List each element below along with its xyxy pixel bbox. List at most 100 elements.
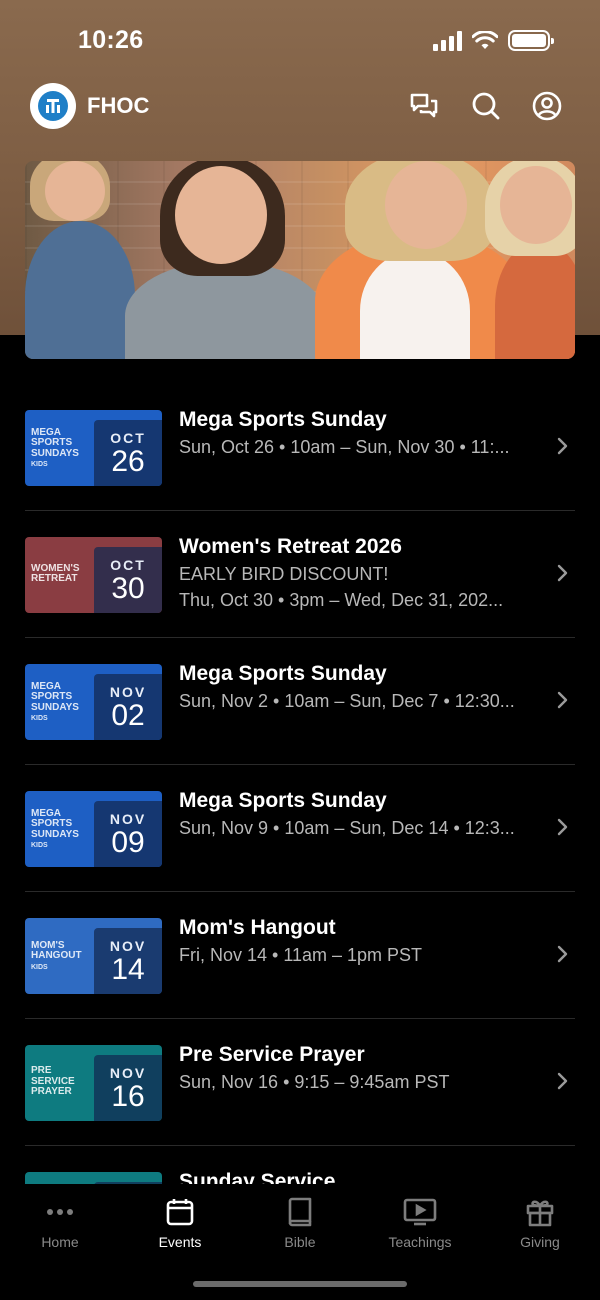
date-badge: OCT 30 [94, 547, 162, 613]
battery-icon [508, 30, 554, 51]
chevron-right-icon [557, 690, 569, 710]
event-title: Mega Sports Sunday [179, 408, 387, 431]
gift-icon [480, 1194, 600, 1230]
event-title: Mega Sports Sunday [179, 662, 387, 685]
date-badge: NOV 02 [94, 674, 162, 740]
date-day: 14 [111, 953, 145, 986]
event-thumbnail-art: MOM'S HANGOUT KIDS [31, 918, 91, 994]
date-badge: NOV 16 [94, 1055, 162, 1121]
event-title: Mega Sports Sunday [179, 789, 387, 812]
thumbnail-title: MEGA SPORTS SUNDAYS [31, 680, 79, 713]
chevron-right-icon [557, 563, 569, 583]
tab-teachings[interactable]: Teachings [360, 1194, 480, 1250]
date-month: OCT [110, 430, 146, 446]
hero-banner-image[interactable] [25, 161, 575, 359]
date-month: NOV [109, 938, 147, 954]
thumbnail-title: PRE SERVICE PRAYER [31, 1065, 75, 1098]
event-thumbnail: MEGA SPORTS SUNDAYS KIDS NOV 02 [25, 664, 162, 740]
event-detail-line: Sun, Nov 2 • 10am – Sun, Dec 7 • 12:30..… [179, 691, 515, 711]
tab-label: Teachings [388, 1234, 452, 1250]
church-logo[interactable] [30, 83, 76, 129]
event-row[interactable]: MEGA SPORTS SUNDAYS KIDS NOV 09 Mega Spo… [25, 765, 575, 892]
profile-icon[interactable] [531, 90, 563, 122]
date-month: NOV [109, 811, 147, 827]
event-thumbnail-art [31, 1172, 91, 1184]
event-text: Mega Sports Sunday Sun, Nov 2 • 10am – S… [179, 662, 549, 712]
event-row[interactable]: MEGA SPORTS SUNDAYS KIDS OCT 26 Mega Spo… [25, 384, 575, 511]
date-month: NOV [109, 684, 147, 700]
chevron-right-icon [557, 1071, 569, 1091]
thumbnail-title: WOMEN'S RETREAT [31, 562, 80, 584]
app-name: FHOC [87, 93, 150, 118]
events-list: MEGA SPORTS SUNDAYS KIDS OCT 26 Mega Spo… [25, 384, 575, 1184]
event-detail-line: EARLY BIRD DISCOUNT! [179, 564, 389, 584]
date-badge: OCT 26 [94, 420, 162, 486]
date-month: NOV [109, 1065, 147, 1081]
date-month: OCT [110, 557, 146, 573]
date-day: 02 [111, 699, 145, 732]
chevron-right-icon [557, 944, 569, 964]
chevron-right-icon [557, 817, 569, 837]
more-dots-icon [0, 1194, 120, 1230]
status-time: 10:26 [78, 26, 144, 54]
thumbnail-title: MEGA SPORTS SUNDAYS [31, 426, 79, 459]
event-thumbnail-art: MEGA SPORTS SUNDAYS KIDS [31, 410, 91, 486]
event-text: Mega Sports Sunday Sun, Oct 26 • 10am – … [179, 408, 549, 458]
event-detail-line: Fri, Nov 14 • 11am – 1pm PST [179, 945, 423, 965]
thumbnail-subtitle: KIDS [31, 963, 48, 971]
event-row[interactable]: Sunday Service [25, 1146, 575, 1184]
event-row[interactable]: PRE SERVICE PRAYER NOV 16 Pre Service Pr… [25, 1019, 575, 1146]
tab-home[interactable]: Home [0, 1194, 120, 1250]
event-text: Mega Sports Sunday Sun, Nov 9 • 10am – S… [179, 789, 549, 839]
tab-giving[interactable]: Giving [480, 1194, 600, 1250]
event-thumbnail: WOMEN'S RETREAT OCT 30 [25, 537, 162, 613]
event-row[interactable]: MEGA SPORTS SUNDAYS KIDS NOV 02 Mega Spo… [25, 638, 575, 765]
date-badge: NOV 14 [94, 928, 162, 994]
event-text: Mom's Hangout Fri, Nov 14 • 11am – 1pm P… [179, 916, 549, 966]
date-day: 16 [111, 1080, 145, 1113]
event-row[interactable]: MOM'S HANGOUT KIDS NOV 14 Mom's Hangout … [25, 892, 575, 1019]
event-title: Pre Service Prayer [179, 1043, 365, 1066]
event-thumbnail-art: WOMEN'S RETREAT [31, 537, 91, 613]
cellular-signal-icon [433, 30, 462, 51]
tab-label: Home [41, 1234, 79, 1250]
status-icons [433, 30, 554, 51]
event-text: Pre Service Prayer Sun, Nov 16 • 9:15 – … [179, 1043, 549, 1093]
tab-label: Events [158, 1234, 202, 1250]
tab-events[interactable]: Events [120, 1194, 240, 1250]
event-thumbnail-art: MEGA SPORTS SUNDAYS KIDS [31, 664, 91, 740]
event-row[interactable]: WOMEN'S RETREAT OCT 30 Women's Retreat 2… [25, 511, 575, 638]
event-thumbnail: MEGA SPORTS SUNDAYS KIDS NOV 09 [25, 791, 162, 867]
tv-play-icon [360, 1194, 480, 1230]
chevron-right-icon [557, 436, 569, 456]
event-detail-line: Thu, Oct 30 • 3pm – Wed, Dec 31, 202... [179, 590, 504, 610]
home-indicator [193, 1281, 407, 1287]
date-day: 09 [111, 826, 145, 859]
event-thumbnail: MEGA SPORTS SUNDAYS KIDS OCT 26 [25, 410, 162, 486]
date-badge: NOV 09 [94, 801, 162, 867]
event-text: Women's Retreat 2026 EARLY BIRD DISCOUNT… [179, 535, 549, 611]
event-detail-line: Sun, Nov 9 • 10am – Sun, Dec 14 • 12:3..… [179, 818, 515, 838]
event-detail-line: Sun, Oct 26 • 10am – Sun, Nov 30 • 11:..… [179, 437, 510, 457]
event-detail-line: Sun, Nov 16 • 9:15 – 9:45am PST [179, 1072, 450, 1092]
search-icon[interactable] [470, 90, 502, 122]
event-title: Mom's Hangout [179, 916, 336, 939]
event-title: Women's Retreat 2026 [179, 535, 402, 558]
event-thumbnail [25, 1172, 162, 1184]
thumbnail-subtitle: KIDS [31, 842, 48, 850]
tab-label: Giving [520, 1234, 560, 1250]
event-thumbnail: MOM'S HANGOUT KIDS NOV 14 [25, 918, 162, 994]
event-thumbnail-art: MEGA SPORTS SUNDAYS KIDS [31, 791, 91, 867]
tab-bible[interactable]: Bible [240, 1194, 360, 1250]
chat-icon[interactable] [408, 90, 440, 122]
thumbnail-subtitle: KIDS [31, 715, 48, 723]
event-thumbnail-art: PRE SERVICE PRAYER [31, 1045, 91, 1121]
wifi-icon [472, 30, 498, 49]
event-title: Sunday Service [179, 1170, 336, 1184]
thumbnail-title: MOM'S HANGOUT [31, 939, 82, 962]
app-header: FHOC [0, 82, 600, 132]
date-day: 26 [111, 445, 145, 478]
date-day: 30 [111, 572, 145, 605]
event-thumbnail: PRE SERVICE PRAYER NOV 16 [25, 1045, 162, 1121]
book-icon [240, 1194, 360, 1230]
